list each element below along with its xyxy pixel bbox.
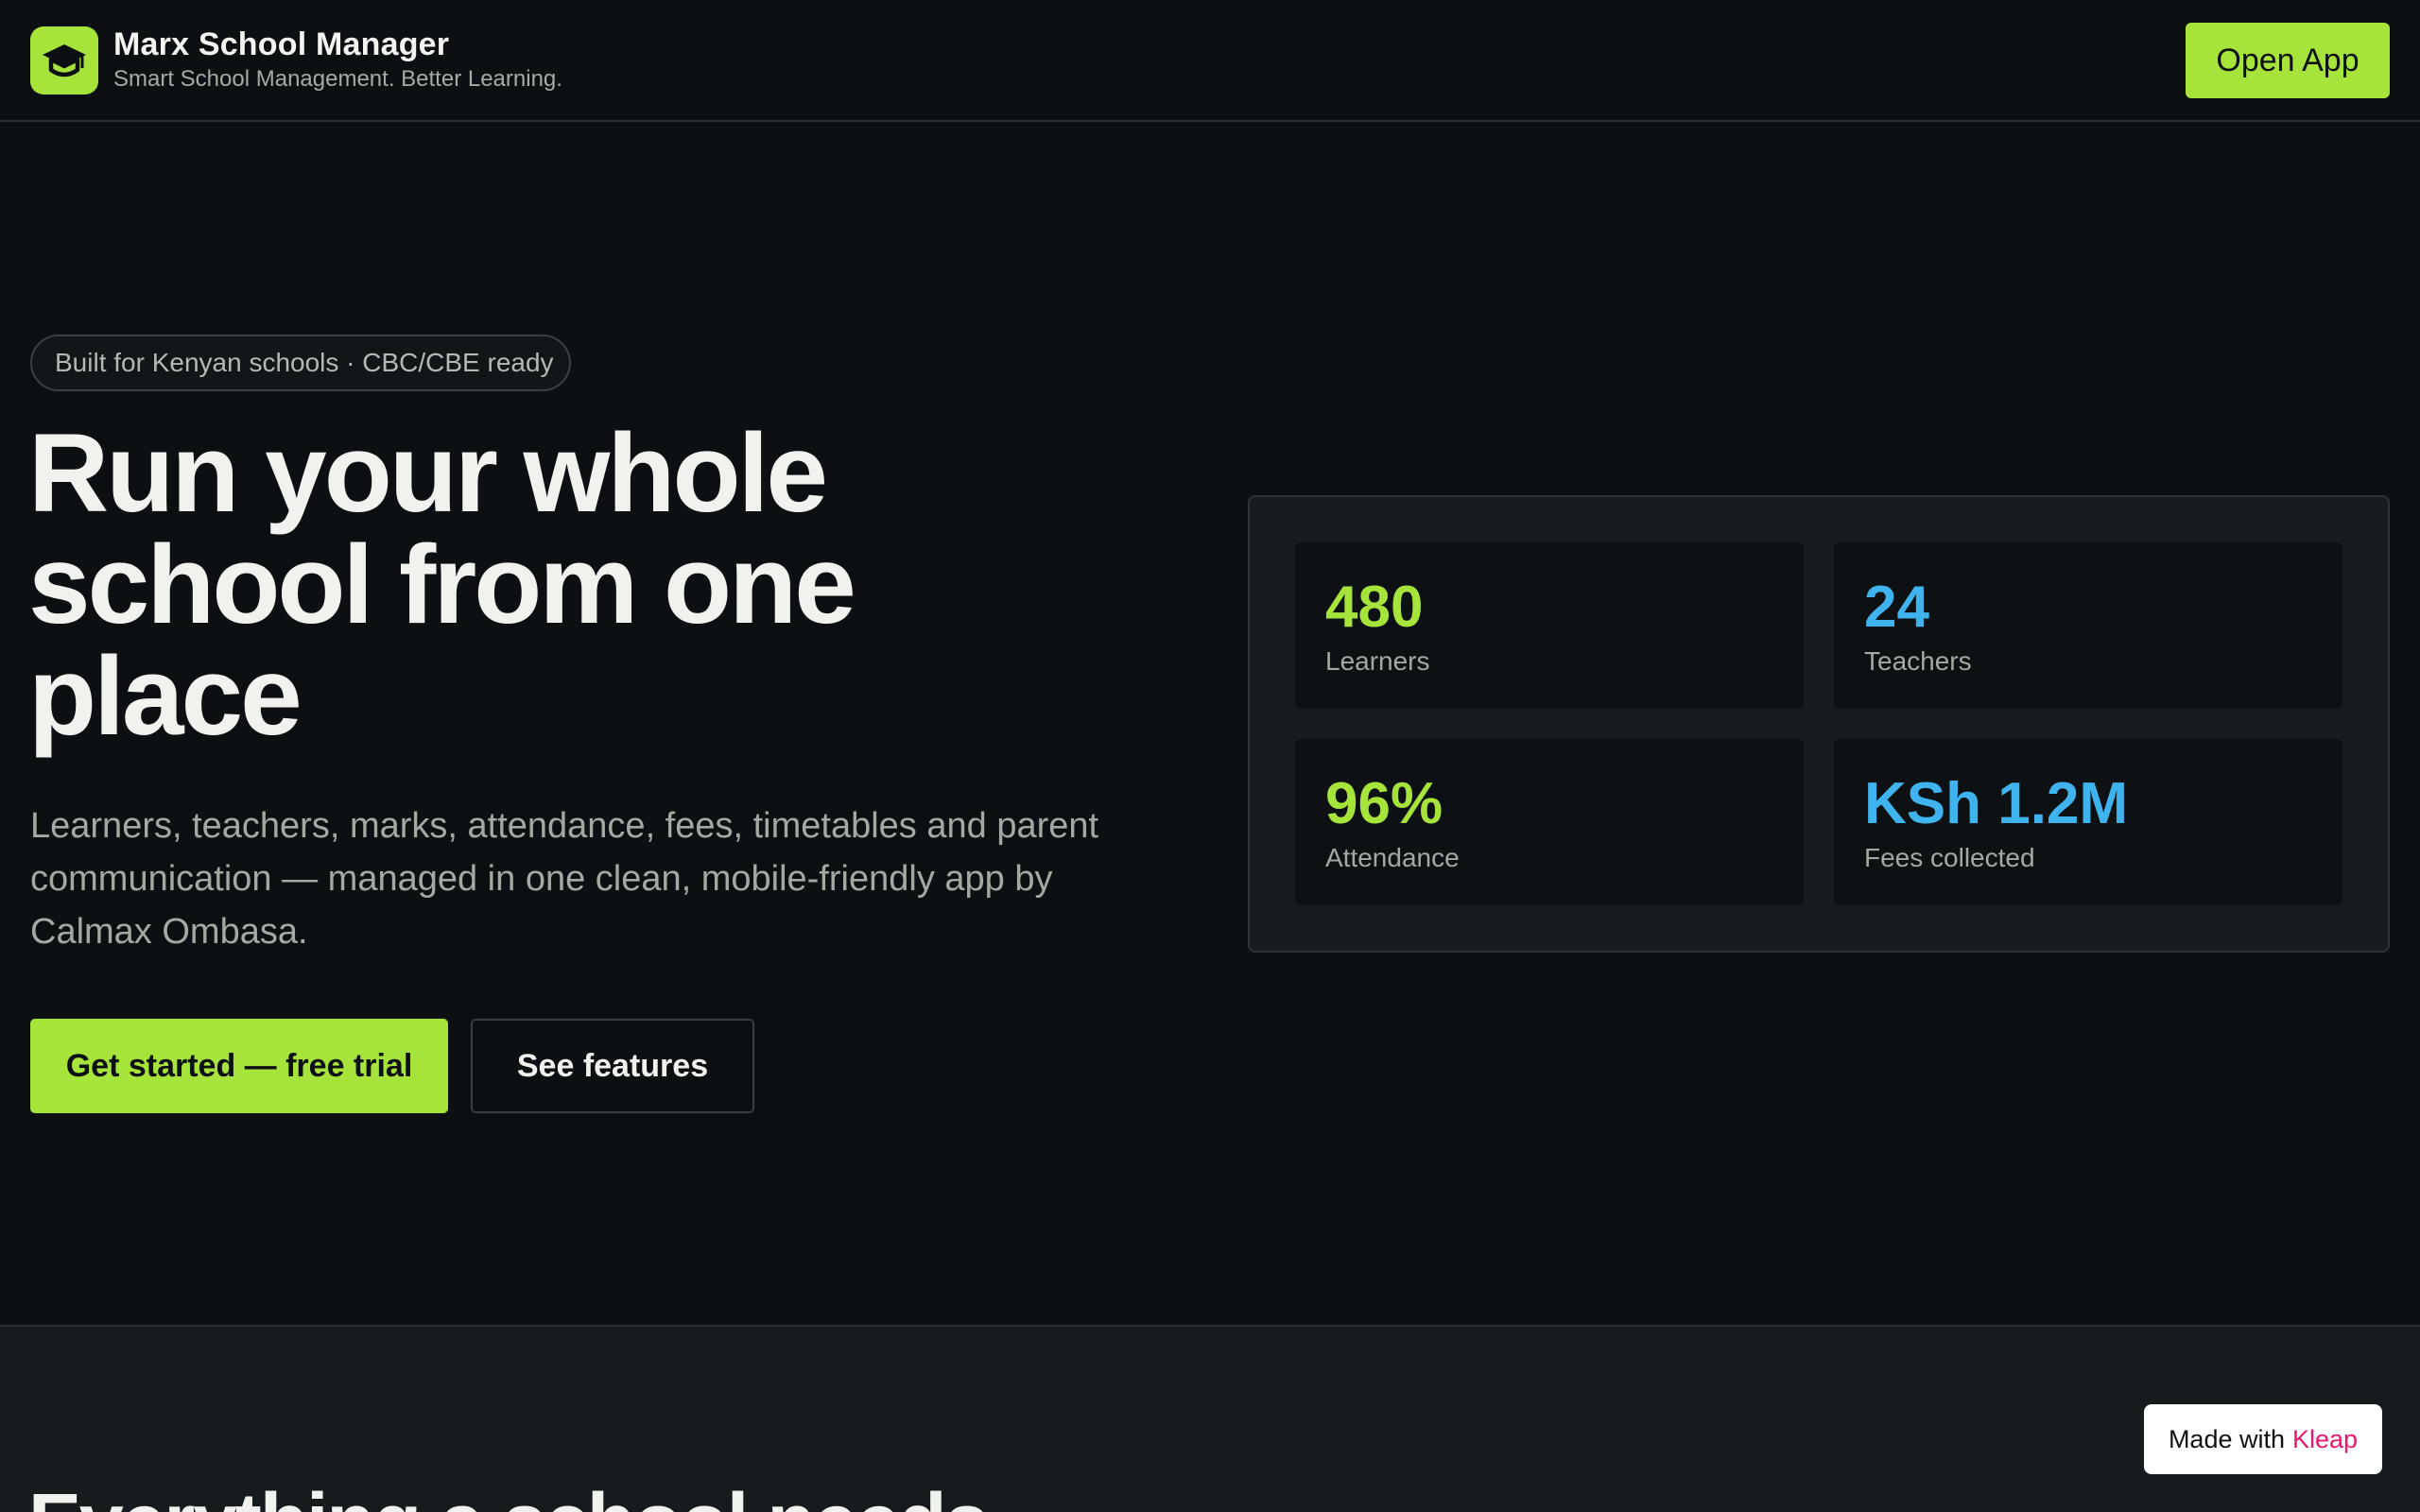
stat-value: 96%	[1325, 771, 1443, 836]
site-header: Marx School Manager Smart School Managem…	[0, 0, 2420, 122]
brand-name[interactable]: Marx School Manager	[113, 26, 449, 63]
brand-logo[interactable]	[30, 26, 98, 94]
stat-label: Fees collected	[1864, 843, 2035, 872]
stats-panel: 480 Learners 24 Teachers 96% Attendance …	[1248, 495, 2390, 953]
stat-label: Attendance	[1325, 843, 1460, 872]
stat-card-learners: 480 Learners	[1295, 542, 1804, 709]
hero-title-line: place	[28, 634, 302, 759]
brand-tagline: Smart School Management. Better Learning…	[113, 66, 562, 92]
open-app-button[interactable]: Open App	[2186, 23, 2390, 98]
graduation-cap-icon	[43, 44, 86, 77]
stat-card-fees: KSh 1.2M Fees collected	[1834, 739, 2342, 905]
hero-description: Learners, teachers, marks, attendance, f…	[30, 806, 1099, 952]
made-with-badge[interactable]: Made with Kleap	[2144, 1404, 2382, 1474]
see-features-button[interactable]: See features	[471, 1019, 754, 1113]
hero-title-line: Run your whole	[28, 411, 828, 536]
hero-title-line: school from one	[28, 523, 856, 647]
hero-title: Run your whole school from one place	[28, 418, 1068, 752]
stat-card-attendance: 96% Attendance	[1295, 739, 1804, 905]
stat-label: Teachers	[1864, 646, 1972, 676]
stat-value: KSh 1.2M	[1864, 771, 2129, 836]
audience-pill: Built for Kenyan schools · CBC/CBE ready	[30, 335, 571, 391]
badge-prefix: Made with	[2168, 1424, 2285, 1453]
features-title: Everything a school needs	[28, 1476, 989, 1512]
stat-label: Learners	[1325, 646, 1430, 676]
stat-card-teachers: 24 Teachers	[1834, 542, 2342, 709]
get-started-button[interactable]: Get started — free trial	[30, 1019, 448, 1113]
stat-value: 24	[1864, 575, 1929, 640]
badge-brand: Kleap	[2292, 1424, 2359, 1453]
stat-value: 480	[1325, 575, 1424, 640]
features-section: Everything a school needs	[0, 1325, 2420, 1512]
